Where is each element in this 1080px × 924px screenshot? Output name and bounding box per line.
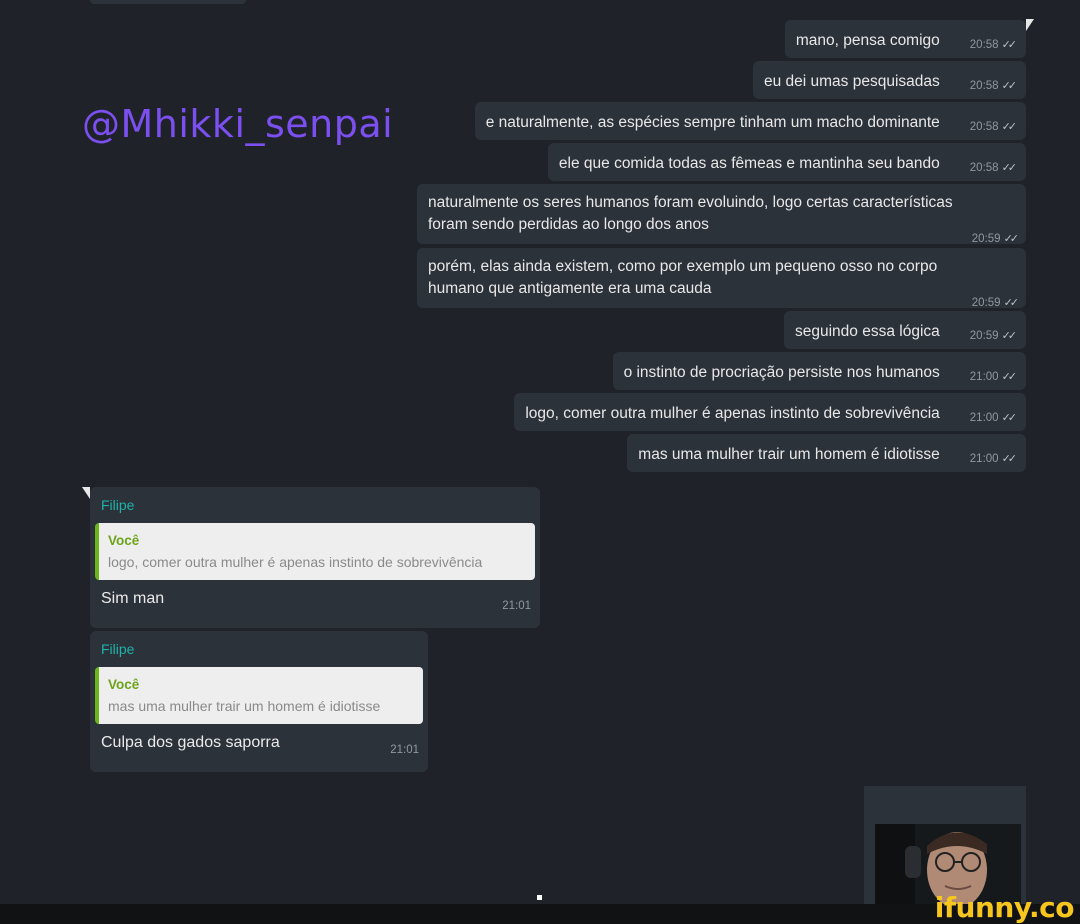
- message-meta: 21:00 ✓✓: [969, 366, 1018, 388]
- double-check-icon: ✓✓: [1001, 330, 1018, 342]
- cursor-dot: [537, 895, 542, 900]
- double-check-icon: ✓✓: [1001, 371, 1018, 383]
- double-check-icon: ✓✓: [1003, 297, 1020, 309]
- outgoing-bubble-tail: [1026, 19, 1034, 31]
- message-text: Culpa dos gados saporra: [101, 734, 280, 751]
- message-meta: 20:59 ✓✓: [428, 296, 1020, 310]
- ifunny-logo: ifunny.co: [934, 891, 1075, 924]
- message-time: 20:59: [971, 297, 1001, 309]
- message-text-line: porém, elas ainda existem, como por exem…: [428, 258, 938, 275]
- outgoing-message[interactable]: mas uma mulher trair um homem é idiotiss…: [627, 434, 1026, 472]
- message-text: e naturalmente, as espécies sempre tinha…: [485, 114, 940, 131]
- quoted-text: logo, comer outra mulher é apenas instin…: [108, 554, 483, 570]
- message-meta: 20:58 ✓✓: [969, 75, 1018, 97]
- message-text: mano, pensa comigo: [795, 32, 940, 49]
- incoming-bubble-tail: [82, 487, 90, 499]
- incoming-message[interactable]: Filipe Você logo, comer outra mulher é a…: [90, 487, 540, 628]
- message-time: 21:01: [502, 600, 531, 612]
- message-meta: 21:00 ✓✓: [969, 448, 1018, 470]
- outgoing-message[interactable]: o instinto de procriação persiste nos hu…: [612, 352, 1026, 390]
- message-meta: 20:59 ✓✓: [969, 325, 1018, 347]
- incoming-message[interactable]: Filipe Você mas uma mulher trair um home…: [90, 631, 428, 772]
- message-meta: 21:00 ✓✓: [969, 407, 1018, 429]
- quoted-reply[interactable]: Você logo, comer outra mulher é apenas i…: [95, 523, 535, 580]
- outgoing-message[interactable]: logo, comer outra mulher é apenas instin…: [514, 393, 1026, 431]
- message-text-line: naturalmente os seres humanos foram evol…: [428, 194, 953, 211]
- message-time: 21:01: [390, 744, 419, 756]
- message-time: 20:59: [971, 233, 1001, 245]
- message-time: 20:58: [969, 162, 999, 174]
- double-check-icon: ✓✓: [1001, 412, 1018, 424]
- message-text-line: humano que antigamente era uma cauda: [428, 280, 712, 297]
- outgoing-message[interactable]: e naturalmente, as espécies sempre tinha…: [474, 102, 1026, 140]
- outgoing-message[interactable]: porém, elas ainda existem, como por exem…: [417, 248, 1026, 310]
- double-check-icon: ✓✓: [1001, 453, 1018, 465]
- watermark-username: @Mhikki_senpai: [82, 102, 394, 146]
- quoted-author: Você: [108, 533, 140, 548]
- message-meta: 20:58 ✓✓: [969, 116, 1018, 138]
- message-text: seguindo essa lógica: [795, 323, 940, 340]
- message-time: 20:59: [969, 330, 999, 342]
- bottom-bar: [0, 904, 1080, 924]
- outgoing-message[interactable]: ele que comida todas as fêmeas e mantinh…: [547, 143, 1026, 181]
- image-message[interactable]: [864, 786, 1026, 904]
- double-check-icon: ✓✓: [1001, 39, 1018, 51]
- message-time: 20:58: [969, 121, 999, 133]
- double-check-icon: ✓✓: [1001, 162, 1018, 174]
- sender-name: Filipe: [101, 497, 135, 513]
- sender-name: Filipe: [101, 641, 135, 657]
- message-meta: 20:58 ✓✓: [969, 34, 1018, 56]
- message-text: logo, comer outra mulher é apenas instin…: [525, 405, 940, 422]
- outgoing-message[interactable]: mano, pensa comigo 20:58 ✓✓: [784, 20, 1026, 58]
- outgoing-message[interactable]: naturalmente os seres humanos foram evol…: [417, 184, 1026, 246]
- outgoing-message[interactable]: seguindo essa lógica 20:59 ✓✓: [784, 311, 1026, 349]
- message-text: mas uma mulher trair um homem é idiotiss…: [638, 446, 940, 463]
- message-time: 21:00: [969, 453, 999, 465]
- quoted-author: Você: [108, 677, 140, 692]
- quoted-reply[interactable]: Você mas uma mulher trair um homem é idi…: [95, 667, 423, 724]
- double-check-icon: ✓✓: [1001, 80, 1018, 92]
- message-meta: 20:59 ✓✓: [428, 232, 1020, 246]
- outgoing-message[interactable]: eu dei umas pesquisadas 20:58 ✓✓: [752, 61, 1026, 99]
- message-time: 20:58: [969, 39, 999, 51]
- message-text: eu dei umas pesquisadas: [763, 73, 940, 90]
- message-text: ele que comida todas as fêmeas e mantinh…: [558, 155, 940, 172]
- message-text: o instinto de procriação persiste nos hu…: [623, 364, 940, 381]
- double-check-icon: ✓✓: [1001, 121, 1018, 133]
- message-text: Sim man: [101, 590, 165, 607]
- message-time: 21:00: [969, 371, 999, 383]
- quoted-text: mas uma mulher trair um homem é idiotiss…: [108, 698, 381, 714]
- previous-message-stub: [90, 0, 246, 4]
- message-meta: 20:58 ✓✓: [969, 157, 1018, 179]
- message-time: 21:00: [969, 412, 999, 424]
- message-text-line: foram sendo perdidas ao longo dos anos: [428, 216, 709, 233]
- message-time: 20:58: [969, 80, 999, 92]
- double-check-icon: ✓✓: [1003, 233, 1020, 245]
